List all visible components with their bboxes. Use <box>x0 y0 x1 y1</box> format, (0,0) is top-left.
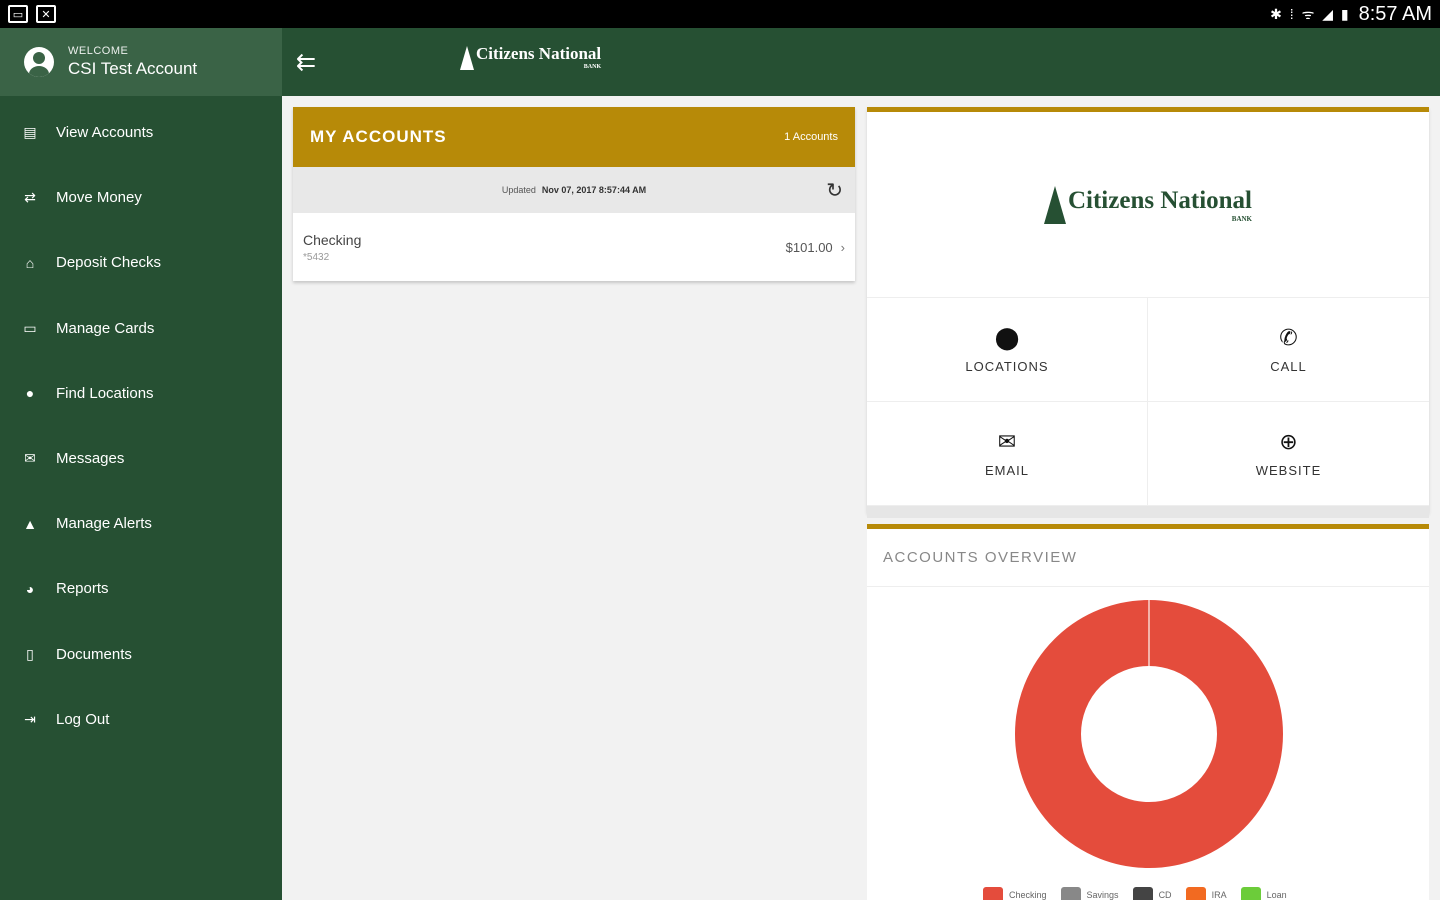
sidebar-item-move-money[interactable]: ⇄ Move Money <box>0 165 282 230</box>
sidebar-item-deposit-checks[interactable]: ⌂ Deposit Checks <box>0 230 282 295</box>
location-pin-icon: ⬤ <box>994 325 1020 350</box>
legend-swatch <box>1132 887 1153 900</box>
contact-grid: ⬤ LOCATIONS ✆ CALL ✉ EMAIL ⊕ WEBSITE <box>867 297 1429 506</box>
logout-icon: ⇥ <box>24 710 36 727</box>
legend-label: IRA <box>1211 890 1227 900</box>
sidebar-item-label: Find Locations <box>56 384 154 402</box>
email-button[interactable]: ✉ EMAIL <box>867 402 1148 506</box>
contact-card: Citizens National BANK ⬤ LOCATIONS ✆ CALL… <box>867 107 1429 518</box>
avatar-icon <box>24 47 54 77</box>
call-button[interactable]: ✆ CALL <box>1148 298 1429 402</box>
account-balance: $101.00 <box>785 239 833 255</box>
gallery-notification-icon: ▭ <box>8 5 28 23</box>
welcome-label: WELCOME <box>68 45 129 57</box>
legend-label: Checking <box>1009 890 1047 900</box>
user-name: CSI Test Account <box>68 59 198 78</box>
legend-swatch <box>1240 887 1261 900</box>
menu-arrow-icon: ⇇ <box>295 48 317 76</box>
transfer-icon: ⇄ <box>24 189 36 206</box>
sidebar-item-label: Deposit Checks <box>56 254 162 272</box>
accounts-icon: ▤ <box>23 124 37 141</box>
legend-item-cd[interactable]: CD <box>1132 887 1172 900</box>
bell-icon: ▲ <box>23 515 37 532</box>
locations-button[interactable]: ⬤ LOCATIONS <box>867 298 1148 402</box>
card-icon: ▭ <box>23 319 37 336</box>
legend-item-loan[interactable]: Loan <box>1240 887 1287 900</box>
my-accounts-card: MY ACCOUNTS 1 Accounts Updated Nov 07, 2… <box>293 107 855 281</box>
sidebar-item-label: Move Money <box>56 189 142 207</box>
sidebar-item-label: Reports <box>56 580 109 598</box>
app-notification-icon: ✕ <box>36 5 56 23</box>
accounts-overview-card: ACCOUNTS OVERVIEW Checking Savings CD IRA Lo… <box>867 524 1429 900</box>
legend-swatch <box>1185 887 1206 900</box>
sidebar: WELCOME CSI Test Account ▤ View Accounts … <box>0 28 282 900</box>
divider <box>867 506 1429 518</box>
legend-item-ira[interactable]: IRA <box>1185 887 1227 900</box>
updated-timestamp: Nov 07, 2017 8:57:44 AM <box>541 185 647 195</box>
sidebar-item-manage-alerts[interactable]: ▲ Manage Alerts <box>0 491 282 556</box>
pine-tree-icon <box>1043 185 1066 224</box>
collapse-menu-button[interactable]: ⇇ <box>288 44 324 80</box>
refresh-icon[interactable]: ↻ <box>826 178 843 203</box>
overview-title: ACCOUNTS OVERVIEW <box>867 529 1429 587</box>
accounts-title: MY ACCOUNTS <box>310 127 447 146</box>
bank-icon: ⌂ <box>25 254 35 271</box>
legend-label: CD <box>1158 890 1172 900</box>
status-bar: ▭ ✕ ✱ ⁞ ᯤ ◢ ▮ 8:57 AM <box>0 0 1440 28</box>
chart-legend: Checking Savings CD IRA Loan <box>983 887 1287 900</box>
brand-name: Citizens National <box>476 44 602 63</box>
user-header: WELCOME CSI Test Account <box>0 28 282 96</box>
website-label: WEBSITE <box>1255 463 1322 478</box>
sidebar-item-label: Log Out <box>56 710 110 728</box>
legend-swatch <box>1060 887 1081 900</box>
sidebar-item-documents[interactable]: ▯ Documents <box>0 622 282 687</box>
accounts-donut-chart <box>1015 600 1283 868</box>
sidebar-item-label: Manage Alerts <box>56 515 152 533</box>
sidebar-item-view-accounts[interactable]: ▤ View Accounts <box>0 100 282 165</box>
locations-label: LOCATIONS <box>965 359 1049 374</box>
globe-icon: ⊕ <box>1279 429 1298 454</box>
legend-swatch <box>983 887 1003 900</box>
chevron-right-icon: › <box>840 239 845 255</box>
envelope-icon: ✉ <box>24 450 36 467</box>
pie-chart-icon: ◕ <box>25 580 35 597</box>
brand-sub: BANK <box>583 64 602 70</box>
account-number: *5432 <box>303 251 330 263</box>
brand-logo: Citizens National BANK <box>460 44 601 70</box>
pine-tree-icon <box>460 46 474 70</box>
accounts-header: MY ACCOUNTS 1 Accounts <box>293 107 855 167</box>
sidebar-item-label: Documents <box>56 645 132 663</box>
legend-item-checking[interactable]: Checking <box>983 887 1047 900</box>
brand-sub: BANK <box>1231 214 1253 223</box>
updated-bar: Updated Nov 07, 2017 8:57:44 AM ↻ <box>293 167 855 213</box>
location-pin-icon: ● <box>25 385 35 402</box>
legend-label: Savings <box>1086 890 1119 900</box>
sidebar-item-find-locations[interactable]: ● Find Locations <box>0 361 282 426</box>
sidebar-item-label: View Accounts <box>56 124 154 142</box>
clock: 8:57 AM <box>1358 2 1432 25</box>
legend-label: Loan <box>1266 890 1287 900</box>
account-name: Checking <box>303 231 362 248</box>
sidebar-item-label: Messages <box>56 450 125 468</box>
nav-menu: ▤ View Accounts ⇄ Move Money ⌂ Deposit Chec… <box>0 96 282 752</box>
accounts-count: 1 Accounts <box>784 131 838 143</box>
sidebar-item-messages[interactable]: ✉ Messages <box>0 426 282 491</box>
sidebar-item-log-out[interactable]: ⇥ Log Out <box>0 687 282 752</box>
envelope-icon: ✉ <box>997 429 1017 454</box>
app-bar: ⇇ Citizens National BANK <box>282 28 1440 96</box>
updated-label: Updated <box>501 185 536 195</box>
sidebar-item-manage-cards[interactable]: ▭ Manage Cards <box>0 296 282 361</box>
brand-name: Citizens National <box>1067 186 1253 214</box>
email-label: EMAIL <box>984 463 1029 478</box>
account-row-checking[interactable]: Checking *5432 $101.00 › <box>293 213 855 281</box>
call-label: CALL <box>1270 359 1307 374</box>
document-icon: ▯ <box>26 645 34 662</box>
sidebar-item-reports[interactable]: ◕ Reports <box>0 556 282 621</box>
system-status-icons: ✱ ⁞ ᯤ ◢ ▮ <box>1270 5 1351 22</box>
sidebar-item-label: Manage Cards <box>56 319 155 337</box>
phone-icon: ✆ <box>1279 325 1298 350</box>
legend-item-savings[interactable]: Savings <box>1060 887 1119 900</box>
website-button[interactable]: ⊕ WEBSITE <box>1148 402 1429 506</box>
brand-logo-large: Citizens National BANK <box>867 112 1429 297</box>
